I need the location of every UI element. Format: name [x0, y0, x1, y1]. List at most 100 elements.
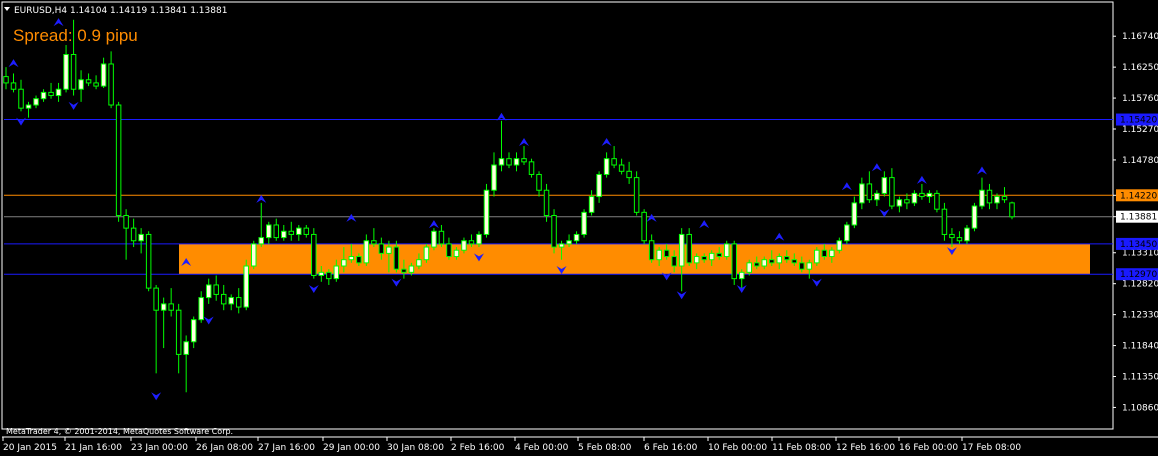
fractal-up-arrow-icon [519, 138, 530, 147]
candle [3, 67, 9, 90]
candle [618, 158, 625, 175]
price-marker-label: 1.13450 [1120, 240, 1157, 250]
candle [491, 152, 497, 197]
y-tick-label: 1.11350 [1122, 372, 1158, 382]
fractal-up-arrow-icon [871, 163, 882, 172]
x-tick-label: 16 Feb 00:00 [899, 443, 958, 453]
x-tick-label: 6 Feb 16:00 [644, 443, 698, 453]
candle-body [18, 88, 24, 109]
candlestick-chart[interactable]: 1.16740 1.16250 1.15760 1.15270 1.14780 1.142… [0, 0, 1158, 456]
y-tick-label: 1.13310 [1122, 249, 1158, 259]
y-tick-label: 1.12820 [1122, 280, 1158, 290]
candle-body [671, 256, 677, 267]
price-marker-label: 1.14220 [1120, 191, 1157, 201]
candle [243, 259, 249, 311]
candle-body [483, 189, 490, 235]
candle-body [979, 189, 985, 207]
candle-body [48, 91, 54, 97]
y-tick-label: 1.11840 [1122, 342, 1158, 352]
candle [423, 243, 430, 263]
time-axis: 20 Jan 2015 21 Jan 16:00 23 Jan 00:00 26 Ja… [2, 437, 1021, 453]
candle-body [363, 240, 370, 264]
candle-body [78, 79, 84, 90]
candle [266, 221, 272, 244]
candle-body [506, 158, 512, 166]
candle [25, 101, 32, 118]
x-tick-label: 27 Jan 16:00 [258, 443, 315, 453]
candle-body [964, 227, 970, 242]
fractal-down-arrow-icon [151, 392, 162, 401]
candle [956, 231, 963, 244]
candle-body [348, 256, 355, 261]
candle-body [753, 262, 760, 267]
candle-body [296, 227, 302, 235]
candle [183, 335, 189, 393]
candle-body [618, 164, 625, 172]
candle-body [258, 237, 265, 245]
candle [633, 171, 640, 216]
candle [874, 190, 880, 207]
candle [971, 202, 978, 232]
candle-body [378, 243, 385, 254]
candle-body [288, 230, 295, 235]
candle-body [333, 265, 340, 280]
x-tick-label: 23 Jan 00:00 [131, 443, 188, 453]
x-tick-label: 20 Jan 2015 [3, 443, 57, 453]
candle-body [633, 177, 640, 213]
candle-body [513, 158, 520, 166]
candle-body [446, 243, 452, 258]
candle [731, 240, 737, 285]
candle-body [93, 82, 99, 87]
candle [235, 288, 242, 314]
candle-body [341, 259, 347, 267]
fractal-down-arrow-icon [16, 117, 27, 126]
candle [205, 278, 212, 304]
candle-body [220, 293, 227, 305]
candle [896, 196, 903, 213]
price-axis: 1.16740 1.16250 1.15760 1.15270 1.14780 1.142… [1113, 32, 1158, 413]
candle-body [408, 265, 415, 273]
y-tick-label: 1.12330 [1122, 311, 1158, 321]
candle [213, 275, 219, 301]
candle [738, 269, 745, 289]
candle [55, 82, 62, 102]
dropdown-arrow-icon[interactable] [4, 7, 10, 11]
spread-label: Spread: 0.9 pipu [13, 26, 138, 45]
candle [603, 152, 610, 178]
fractal-up-arrow-icon [774, 232, 785, 241]
candle [273, 218, 280, 241]
candle [941, 202, 948, 241]
candle-body [266, 224, 272, 239]
symbol-header: EURUSD,H4 1.14104 1.14119 1.13841 1.1388… [14, 6, 227, 16]
fractal-up-arrow-icon [646, 213, 657, 222]
candle-body [746, 262, 752, 273]
candle-body [108, 63, 114, 106]
current-price-label: 1.13881 [1120, 213, 1157, 223]
candle [986, 183, 993, 210]
candle [123, 209, 129, 260]
fractal-down-arrow-icon [391, 278, 402, 287]
candles [3, 19, 1015, 393]
candle-body [85, 79, 92, 84]
candle-body [303, 227, 310, 235]
candle [513, 152, 520, 172]
candle-body [836, 240, 843, 251]
candle [521, 146, 527, 165]
candle [190, 316, 197, 349]
y-tick-label: 1.15270 [1122, 125, 1158, 135]
candle-body [859, 183, 865, 204]
candle-body [663, 249, 670, 258]
candle-body [889, 177, 895, 207]
candle-body [498, 158, 505, 166]
candle-body [986, 189, 993, 204]
candle [543, 183, 550, 222]
candle-body [528, 161, 535, 175]
candle-body [581, 211, 587, 235]
candle [228, 294, 234, 311]
x-tick-label: 12 Feb 16:00 [836, 443, 895, 453]
candle-body [641, 211, 647, 242]
candle-body [701, 256, 707, 261]
candle-body [716, 252, 722, 258]
candle-body [198, 297, 204, 321]
candle-body [896, 199, 903, 207]
